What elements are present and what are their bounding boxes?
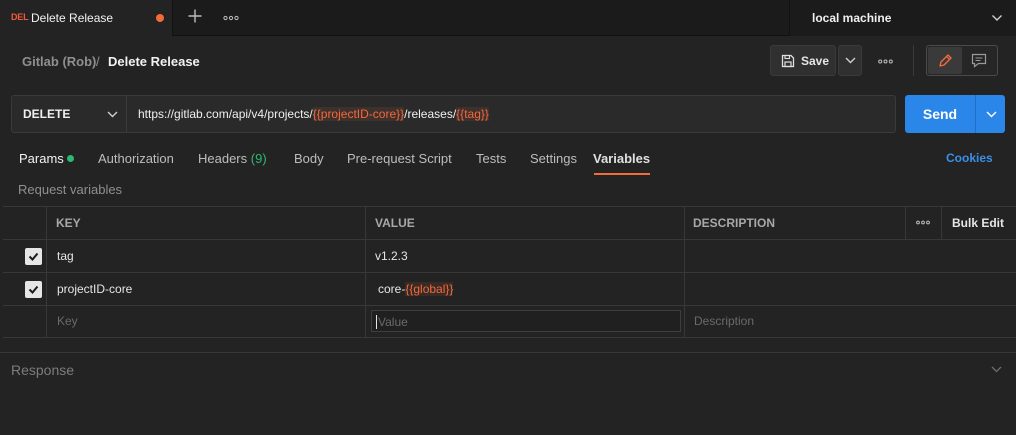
url-variable: {{tag}}	[456, 107, 489, 121]
unsaved-dot-icon[interactable]	[156, 14, 164, 22]
send-label: Send	[922, 106, 958, 122]
save-icon	[781, 54, 795, 68]
tab-variables[interactable]: Variables	[593, 151, 650, 166]
tab-body[interactable]: Body	[294, 151, 324, 166]
tab-headers-label: Headers	[198, 151, 248, 166]
column-divider	[684, 206, 685, 338]
breadcrumb-separator: /	[96, 54, 100, 69]
url-variable: {{projectID-core}}	[312, 107, 405, 121]
checkmark-icon	[28, 252, 39, 261]
variable-reference: {{global}}	[405, 282, 454, 296]
breadcrumb-collection[interactable]: Gitlab (Rob)	[22, 54, 96, 69]
tab-tests[interactable]: Tests	[476, 151, 506, 166]
column-header-description: DESCRIPTION	[693, 216, 776, 230]
tab-headers[interactable]: Headers (9)	[198, 151, 267, 166]
save-button[interactable]: Save	[770, 45, 836, 76]
url-segment: https://gitlab.com/api/v4/projects/	[138, 107, 313, 121]
table-border	[3, 337, 1016, 338]
cookies-link[interactable]: Cookies	[946, 151, 993, 165]
method-select[interactable]: DELETE	[12, 96, 127, 132]
edit-mode-button[interactable]	[928, 47, 962, 74]
active-tab-indicator	[594, 173, 650, 175]
chevron-down-icon[interactable]	[991, 366, 1002, 373]
method-label: DELETE	[23, 107, 71, 121]
checkmark-icon	[28, 285, 39, 294]
new-value-input[interactable]: Value	[371, 310, 681, 332]
url-input[interactable]: https://gitlab.com/api/v4/projects/{{pro…	[138, 107, 489, 121]
value-placeholder: Value	[378, 315, 408, 329]
row-checkbox[interactable]	[25, 281, 42, 298]
column-divider	[941, 206, 942, 239]
toolbar-divider	[913, 45, 914, 76]
params-indicator-dot	[67, 155, 74, 162]
column-divider	[905, 206, 906, 239]
environment-selector[interactable]: local machine	[789, 0, 1016, 36]
tab-params[interactable]: Params	[19, 151, 64, 166]
variable-key[interactable]: tag	[57, 249, 74, 263]
url-bar: DELETE https://gitlab.com/api/v4/project…	[11, 95, 896, 133]
bulk-edit-button[interactable]: Bulk Edit	[952, 216, 1004, 230]
table-border	[3, 239, 1016, 240]
response-divider	[0, 352, 1016, 353]
response-label[interactable]: Response	[11, 362, 74, 378]
section-title: Request variables	[18, 182, 123, 197]
variable-value-text: v1.2.3	[375, 249, 408, 263]
tab-options-icon[interactable]	[223, 15, 239, 21]
row-checkbox[interactable]	[25, 248, 42, 265]
variable-value[interactable]: core-{{global}}	[378, 282, 454, 296]
more-options-icon[interactable]	[878, 59, 893, 64]
table-border	[3, 272, 1016, 273]
table-border	[3, 305, 1016, 306]
chevron-down-icon	[991, 14, 1003, 22]
text-caret	[376, 315, 377, 329]
page-title[interactable]: Delete Release	[108, 54, 200, 69]
column-header-key: KEY	[56, 216, 81, 230]
comment-icon[interactable]	[971, 53, 987, 68]
tab-method-badge: DEL	[11, 12, 29, 22]
tab-prerequest-script[interactable]: Pre-request Script	[347, 151, 452, 166]
variables-table: KEY VALUE DESCRIPTION Bulk Edit tag v1.2…	[3, 206, 1016, 338]
save-label: Save	[801, 54, 830, 68]
chevron-down-icon	[986, 111, 997, 118]
column-divider	[46, 206, 47, 338]
request-tab[interactable]: DEL Delete Release	[0, 0, 173, 36]
column-divider	[365, 206, 366, 338]
headers-count: (9)	[250, 151, 267, 166]
view-mode-toggle	[926, 45, 998, 76]
pencil-icon	[939, 54, 952, 67]
variable-value-text: core-	[378, 282, 406, 296]
column-header-value: VALUE	[375, 216, 415, 230]
table-border	[3, 206, 1016, 207]
new-key-input[interactable]: Key	[57, 314, 78, 328]
variable-key[interactable]: projectID-core	[57, 282, 132, 296]
chevron-down-icon	[845, 57, 856, 64]
send-options-button[interactable]	[975, 95, 1005, 133]
save-options-button[interactable]	[838, 45, 862, 76]
send-button[interactable]: Send	[905, 95, 1005, 133]
column-options-icon[interactable]	[916, 220, 930, 225]
new-tab-icon[interactable]	[187, 8, 203, 24]
tab-settings[interactable]: Settings	[530, 151, 577, 166]
new-description-input[interactable]: Description	[694, 314, 754, 328]
url-segment: /releases/	[404, 107, 457, 121]
variable-value[interactable]: v1.2.3	[375, 249, 408, 263]
tab-title: Delete Release	[31, 11, 114, 25]
tab-authorization[interactable]: Authorization	[98, 151, 174, 166]
chevron-down-icon	[107, 111, 118, 118]
tab-bar: DEL Delete Release local machine	[0, 0, 1016, 36]
environment-label: local machine	[812, 11, 892, 25]
